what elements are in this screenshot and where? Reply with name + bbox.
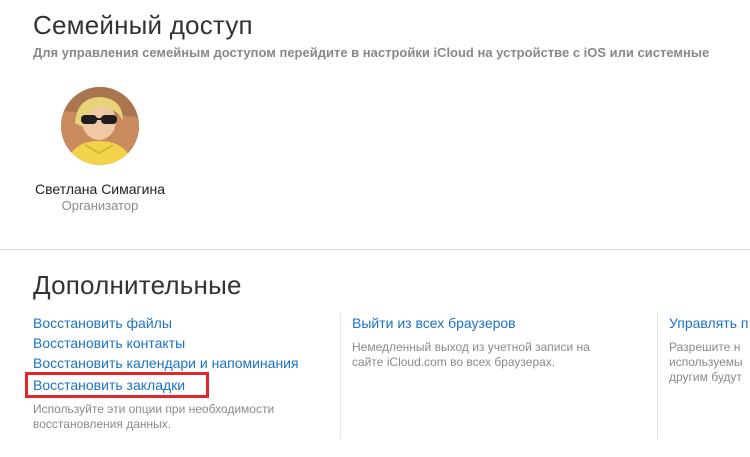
family-sharing-title: Семейный доступ [33, 10, 253, 40]
signout-description: Немедленный выход из учетной записи на с… [352, 340, 590, 369]
column-divider [340, 313, 341, 439]
manage-description: Разрешите н используемы другим будут [669, 340, 743, 384]
restore-description: Используйте эти опции при необходимости … [33, 402, 275, 431]
avatar[interactable] [61, 87, 139, 165]
signout-all-browsers-link[interactable]: Выйти из всех браузеров [352, 314, 516, 332]
advanced-title: Дополнительные [33, 270, 242, 300]
restore-contacts-link[interactable]: Восстановить контакты [33, 334, 185, 352]
section-divider [0, 249, 750, 250]
member-role: Организатор [61, 198, 139, 213]
manage-link[interactable]: Управлять п [669, 314, 748, 332]
column-divider [657, 313, 658, 439]
avatar-photo-icon [61, 87, 139, 165]
restore-calendars-link[interactable]: Восстановить календари и напоминания [33, 354, 299, 372]
restore-bookmarks-link[interactable]: Восстановить закладки [33, 376, 185, 394]
restore-files-link[interactable]: Восстановить файлы [33, 314, 172, 332]
member-name: Светлана Симагина [35, 181, 165, 197]
family-sharing-subtitle: Для управления семейным доступом перейди… [33, 45, 710, 60]
